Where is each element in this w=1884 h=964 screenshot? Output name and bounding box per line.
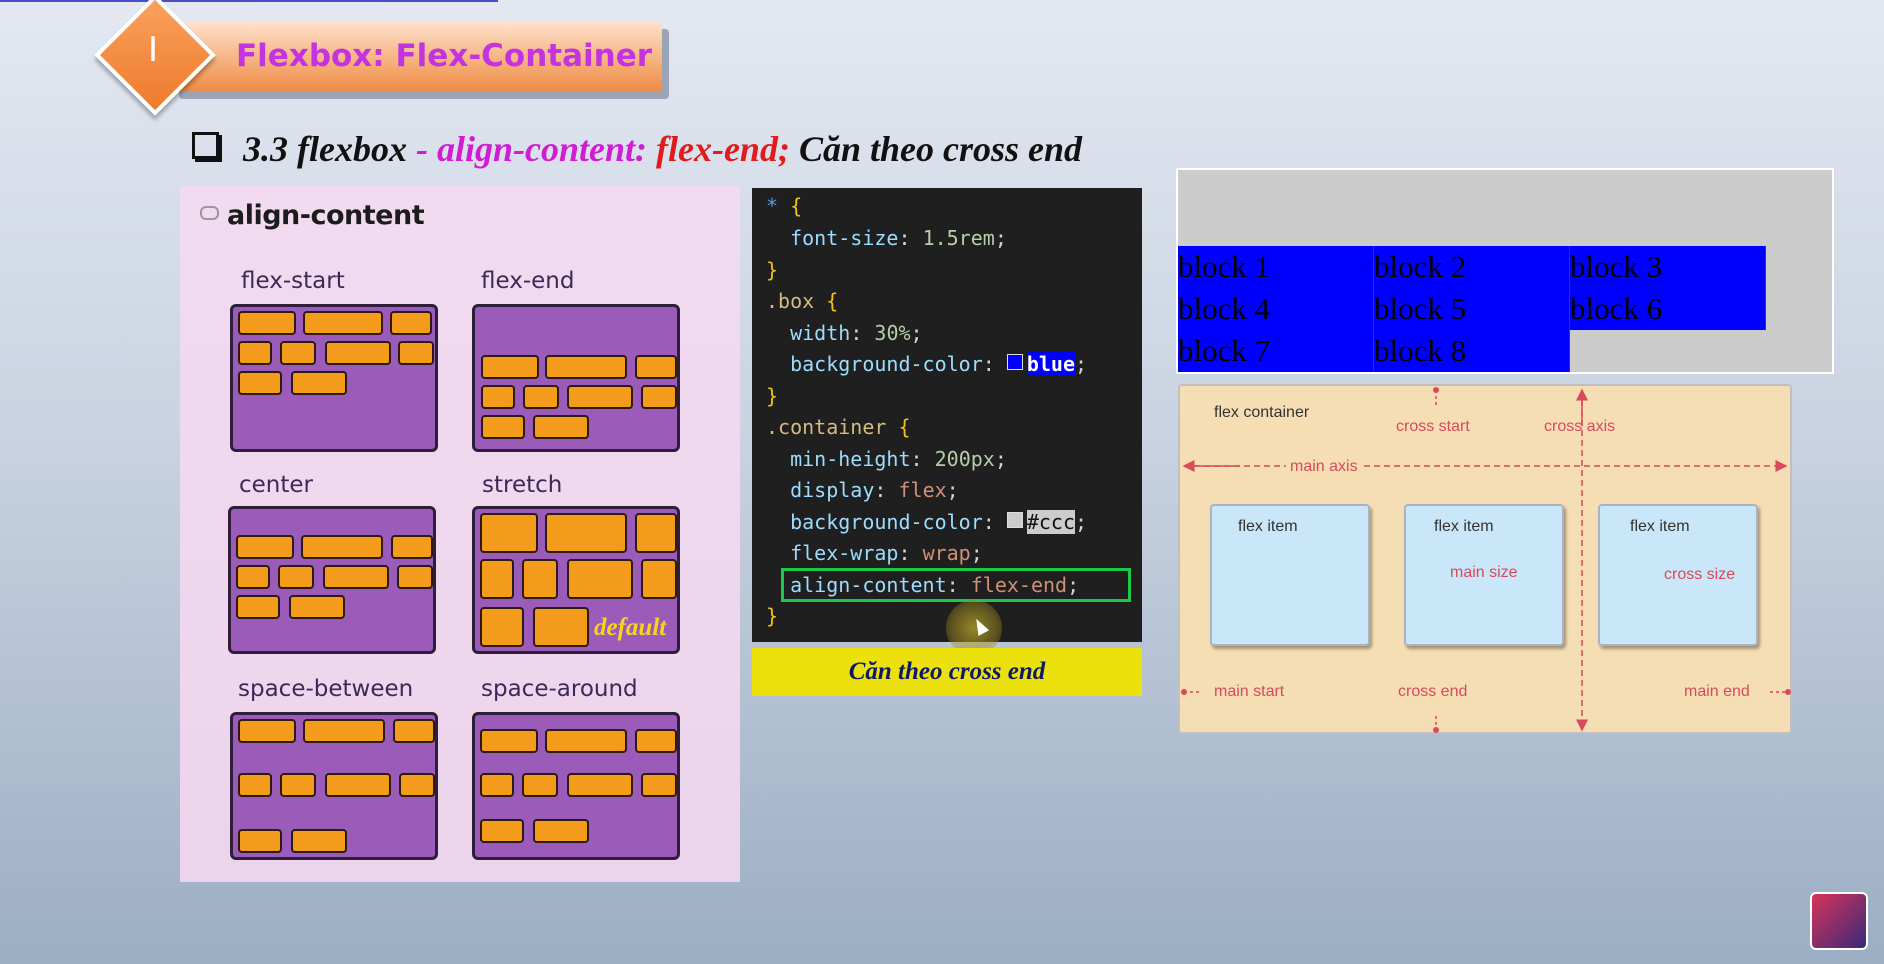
code-line-5: width: 30%; xyxy=(790,321,923,345)
flex-item-label: flex item xyxy=(1630,518,1690,535)
code-line-12: flex-wrap: wrap; xyxy=(790,541,983,565)
panel-space-between xyxy=(230,712,438,860)
subtitle-dash: - xyxy=(406,129,437,169)
code-line-1: * { xyxy=(766,194,803,218)
code-line-9: min-height: 200px; xyxy=(790,447,1007,471)
code-line-6: background-color: blue; xyxy=(790,352,1088,376)
cross-axis-label: cross axis xyxy=(1544,418,1616,435)
block-item: block 2 xyxy=(1374,246,1570,288)
panel-label-flex-end: flex-end xyxy=(481,268,575,294)
panel-label-flex-start: flex-start xyxy=(241,268,345,294)
code-line-14: } xyxy=(766,604,779,628)
slide-subtitle: 3.3 flexbox - align-content: flex-end; C… xyxy=(192,128,1082,170)
code-line-3: } xyxy=(766,258,779,282)
subtitle-value: flex-end; xyxy=(655,129,790,169)
panel-label-center: center xyxy=(239,472,313,498)
link-icon xyxy=(200,206,219,220)
default-note: default xyxy=(594,614,667,641)
main-end-label: main end xyxy=(1684,683,1750,700)
panel-space-around xyxy=(472,712,680,860)
section-number: I xyxy=(147,30,159,70)
blue-swatch-icon xyxy=(1006,354,1023,370)
code-line-10: display: flex; xyxy=(790,478,959,502)
subtitle-prefix: 3.3 flexbox xyxy=(243,129,407,169)
panel-label-space-around: space-around xyxy=(481,676,638,702)
channel-avatar-icon[interactable] xyxy=(1810,892,1868,950)
code-line-8: .container { xyxy=(766,415,911,439)
panel-label-stretch: stretch xyxy=(482,472,563,498)
checkbox-icon xyxy=(192,132,219,159)
panel-label-space-between: space-between xyxy=(238,676,414,702)
flex-item-label: flex item xyxy=(1238,518,1298,535)
flex-diagram: flex container cross start cross axis ma… xyxy=(1178,384,1792,734)
block-item: block 6 xyxy=(1570,288,1766,330)
code-line-2: font-size: 1.5rem; xyxy=(790,226,1007,250)
top-link-bar xyxy=(0,0,498,2)
panel-center xyxy=(228,506,436,654)
main-size-label: main size xyxy=(1450,564,1518,581)
code-line-7: } xyxy=(766,384,779,408)
flex-item-label: flex item xyxy=(1434,518,1494,535)
block-item: block 1 xyxy=(1178,246,1374,288)
flex-container-label: flex container xyxy=(1214,404,1310,421)
gray-swatch-icon xyxy=(1006,512,1023,528)
main-axis-label: main axis xyxy=(1286,458,1362,476)
code-line-4: .box { xyxy=(766,289,839,313)
main-start-label: main start xyxy=(1214,683,1285,700)
page-title: Flexbox: Flex-Container xyxy=(236,38,653,74)
caption-text: Căn theo cross end xyxy=(848,658,1046,685)
subtitle-property: align-content: xyxy=(436,129,656,169)
block-item: block 4 xyxy=(1178,288,1374,330)
illustration-heading: align-content xyxy=(200,200,425,231)
highlighted-line-box xyxy=(781,568,1131,602)
panel-flex-end xyxy=(472,304,680,452)
cross-start-label: cross start xyxy=(1396,418,1470,435)
cross-size-label: cross size xyxy=(1664,566,1736,583)
flex-demo-container: block 1 block 2 block 3 block 4 block 5 … xyxy=(1176,168,1834,374)
panel-flex-start xyxy=(230,304,438,452)
flex-item-box: flex item xyxy=(1210,504,1370,646)
block-item: block 3 xyxy=(1570,246,1766,288)
block-item: block 5 xyxy=(1374,288,1570,330)
block-item: block 7 xyxy=(1178,330,1374,372)
code-line-11: background-color: #ccc; xyxy=(790,510,1088,534)
block-item: block 8 xyxy=(1374,330,1570,372)
cross-end-label: cross end xyxy=(1398,683,1468,700)
subtitle-description: Căn theo cross end xyxy=(789,129,1082,169)
align-content-illustration: align-content flex-start flex-end center xyxy=(180,186,740,882)
caption-box: Căn theo cross end xyxy=(752,648,1142,696)
